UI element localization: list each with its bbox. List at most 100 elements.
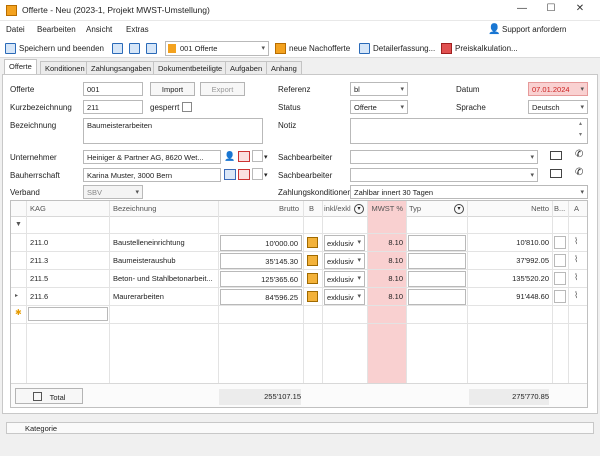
doc-edit-icon[interactable] xyxy=(307,291,318,302)
chevron-down-icon[interactable]: ▾ xyxy=(264,171,268,179)
col-header-inkl[interactable]: inkl/exkl xyxy=(324,201,351,217)
scroll-arrows-icon[interactable]: ▴ ▾ xyxy=(579,119,582,141)
menu-bearbeiten[interactable]: Bearbeiten xyxy=(37,25,76,34)
doc-edit-icon[interactable] xyxy=(307,237,318,248)
row2-bez[interactable]: Baumeisteraushub xyxy=(113,253,217,269)
sach1-select[interactable]: ▾ xyxy=(350,150,538,164)
price-calc-button[interactable]: Preiskalkulation... xyxy=(455,44,518,53)
kurz-input[interactable]: 211 xyxy=(83,100,143,114)
col-header-typ[interactable]: Typ xyxy=(409,201,421,217)
row4-kag[interactable]: 211.6 xyxy=(30,289,48,305)
row4-bez[interactable]: Maurerarbeiten xyxy=(113,289,217,305)
import-button[interactable]: Import xyxy=(150,82,195,96)
unternehmer-input[interactable]: Heiniger & Partner AG, 8620 Wet... xyxy=(83,150,221,164)
sach2-select[interactable]: ▾ xyxy=(350,168,538,182)
row3-netto[interactable]: 135'520.20 xyxy=(469,271,549,287)
offer-version-select[interactable]: 001 Offerte ▾ xyxy=(165,41,269,56)
row2-netto[interactable]: 37'992.05 xyxy=(469,253,549,269)
vcard-icon[interactable] xyxy=(224,169,236,180)
row2-mwst[interactable]: 8.10 xyxy=(368,253,403,269)
row3-mwst[interactable]: 8.10 xyxy=(368,271,403,287)
row1-inkl[interactable]: exklusiv ▾ xyxy=(324,235,365,251)
row3-typ[interactable] xyxy=(408,271,466,287)
tab-aufgaben[interactable]: Aufgaben xyxy=(225,61,268,74)
column-chooser-icon[interactable]: ▾ xyxy=(454,204,464,214)
tab-offerte[interactable]: Offerte xyxy=(4,59,37,75)
tab-dokumentbeteiligte[interactable]: Dokumentbeteiligte xyxy=(153,61,228,74)
chevron-down-icon[interactable]: ▾ xyxy=(264,153,268,161)
gesperrt-checkbox[interactable] xyxy=(182,102,192,112)
datum-input[interactable]: 07.01.2024 ▾ xyxy=(528,82,588,96)
referenz-select[interactable]: bl ▾ xyxy=(350,82,408,96)
support-link[interactable]: Support anfordern xyxy=(502,25,567,34)
row2-kag[interactable]: 211.3 xyxy=(30,253,48,269)
row1-brutto[interactable]: 10'000.00 xyxy=(220,235,302,251)
vcard-icon[interactable] xyxy=(238,151,250,162)
row1-kag[interactable]: 211.0 xyxy=(30,235,48,251)
sprache-select[interactable]: Deutsch ▾ xyxy=(528,100,588,114)
minimize-button[interactable]: — xyxy=(514,3,530,14)
col-header-kag[interactable]: KAG xyxy=(30,201,46,217)
offerte-input[interactable]: 001 xyxy=(83,82,143,96)
address-card-icon[interactable] xyxy=(252,168,263,180)
row1-mwst[interactable]: 8.10 xyxy=(368,235,403,251)
new-row-kag-input[interactable] xyxy=(28,307,108,321)
mail-icon[interactable] xyxy=(550,169,562,178)
paperclip-icon[interactable]: ⌇ xyxy=(574,290,578,301)
zahl-select[interactable]: Zahlbar innert 30 Tagen ▾ xyxy=(350,185,588,199)
total-button[interactable]: Total xyxy=(15,388,83,404)
save-close-button[interactable]: Speichern und beenden xyxy=(19,44,104,53)
contact-person-icon[interactable]: 👤 xyxy=(224,152,235,161)
col-header-b[interactable]: B xyxy=(309,201,314,217)
row4-inkl[interactable]: exklusiv ▾ xyxy=(324,289,365,305)
row1-bez[interactable]: Baustelleneinrichtung xyxy=(113,235,217,251)
row4-mwst[interactable]: 8.10 xyxy=(368,289,403,305)
menu-datei[interactable]: Datei xyxy=(6,25,25,34)
bauherr-input[interactable]: Karina Muster, 3000 Bern xyxy=(83,168,221,182)
row1-netto[interactable]: 10'810.00 xyxy=(469,235,549,251)
row3-b-cell[interactable] xyxy=(554,272,566,285)
kategorie-panel[interactable]: Kategorie xyxy=(6,422,594,434)
row4-netto[interactable]: 91'448.60 xyxy=(469,289,549,305)
row4-b-cell[interactable] xyxy=(554,290,566,303)
row3-kag[interactable]: 211.5 xyxy=(30,271,48,287)
row4-typ[interactable] xyxy=(408,289,466,305)
row4-brutto[interactable]: 84'596.25 xyxy=(220,289,302,305)
notiz-textarea[interactable] xyxy=(350,118,588,144)
doc-edit-icon[interactable] xyxy=(307,255,318,266)
col-header-mwst[interactable]: MWST % xyxy=(368,201,403,217)
maximize-button[interactable]: ☐ xyxy=(543,3,559,14)
paperclip-icon[interactable]: ⌇ xyxy=(574,236,578,247)
bez-input[interactable]: Baumeisterarbeiten xyxy=(83,118,263,144)
menu-ansicht[interactable]: Ansicht xyxy=(86,25,112,34)
col-header-a[interactable]: A xyxy=(574,201,579,217)
menu-extras[interactable]: Extras xyxy=(126,25,149,34)
col-header-bezeichnung[interactable]: Bezeichnung xyxy=(113,201,156,217)
column-chooser-icon[interactable]: ▾ xyxy=(354,204,364,214)
print-icon[interactable] xyxy=(129,43,140,54)
doc-edit-icon[interactable] xyxy=(307,273,318,284)
tab-zahlungsangaben[interactable]: Zahlungsangaben xyxy=(86,61,157,74)
col-header-b2[interactable]: B... xyxy=(554,201,565,217)
paperclip-icon[interactable]: ⌇ xyxy=(574,272,578,283)
new-offer-button[interactable]: neue Nachofferte xyxy=(289,44,350,53)
col-header-brutto[interactable]: Brutto xyxy=(219,201,299,217)
row2-brutto[interactable]: 35'145.30 xyxy=(220,253,302,269)
row2-inkl[interactable]: exklusiv ▾ xyxy=(324,253,365,269)
tab-anhang[interactable]: Anhang xyxy=(266,61,302,74)
row3-inkl[interactable]: exklusiv ▾ xyxy=(324,271,365,287)
detail-button[interactable]: Detailerfassung... xyxy=(373,44,435,53)
row3-brutto[interactable]: 125'365.60 xyxy=(220,271,302,287)
col-header-netto[interactable]: Netto xyxy=(469,201,549,217)
row3-bez[interactable]: Beton- und Stahlbetonarbeit... xyxy=(113,271,217,287)
row2-b-cell[interactable] xyxy=(554,254,566,267)
tab-konditionen[interactable]: Konditionen xyxy=(40,61,90,74)
row2-typ[interactable] xyxy=(408,253,466,269)
save-icon[interactable] xyxy=(112,43,123,54)
paperclip-icon[interactable]: ⌇ xyxy=(574,254,578,265)
status-select[interactable]: Offerte ▾ xyxy=(350,100,408,114)
mail-icon[interactable] xyxy=(550,151,562,160)
print-settings-icon[interactable] xyxy=(146,43,157,54)
close-button[interactable]: ✕ xyxy=(572,3,588,14)
address-card-icon[interactable] xyxy=(252,150,263,162)
